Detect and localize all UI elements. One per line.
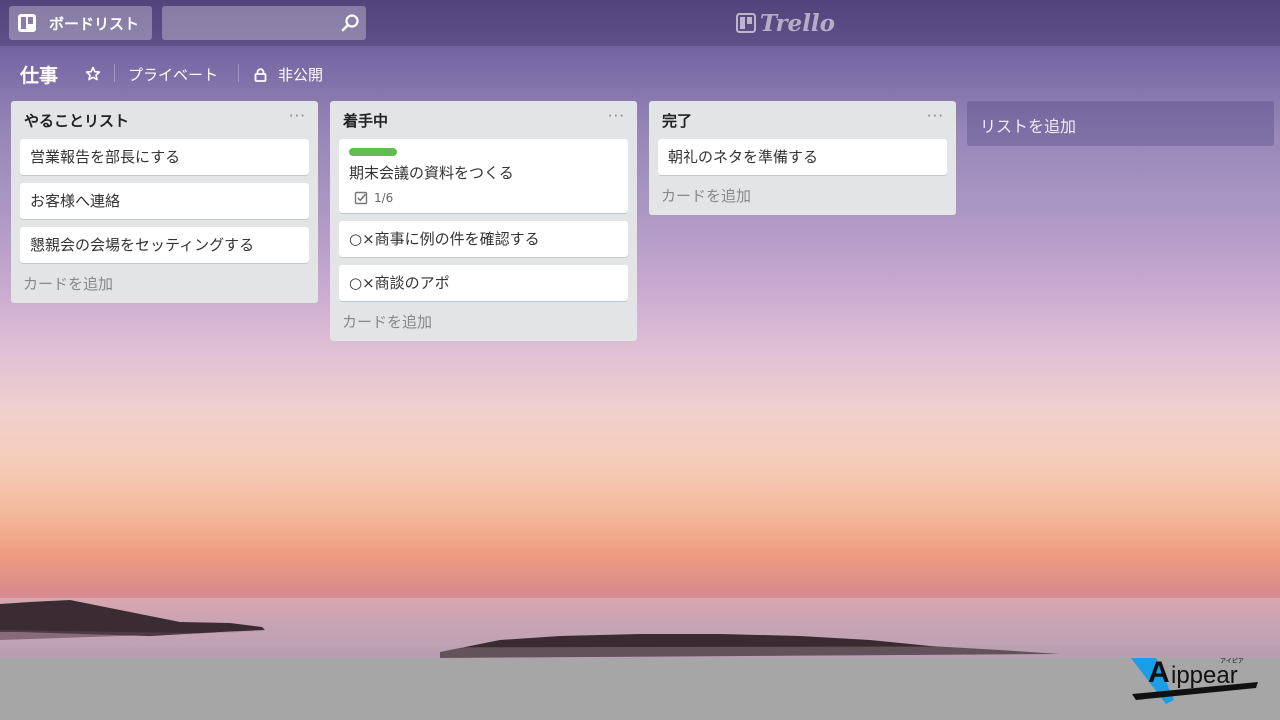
list-done: 完了 ··· 朝礼のネタを準備する カードを追加 [649,101,956,215]
card[interactable]: 懇親会の会場をセッティングする [20,227,309,263]
page: ボードリスト Trello 仕事 プライベート 非公開 やることリスト ··· … [0,0,1280,720]
checklist-badge: 1/6 [354,191,618,205]
card-title: ○×商談のアポ [349,274,450,292]
list-menu-icon[interactable]: ··· [608,107,625,125]
card[interactable]: お客様へ連絡 [20,183,309,219]
card[interactable]: 営業報告を部長にする [20,139,309,175]
aippear-watermark-logo: A ippear アイピア [1131,656,1258,704]
background-rocks [0,600,1280,658]
list-in-progress: 着手中 ··· 期末会議の資料をつくる 1/6 ○×商事に例の件を確認する ○×… [330,101,637,341]
card-title: ○×商事に例の件を確認する [349,230,540,248]
svg-text:アイピア: アイピア [1220,658,1244,665]
checklist-count: 1/6 [374,191,394,205]
card-title: 期末会議の資料をつくる [349,164,514,182]
add-card-button[interactable]: カードを追加 [342,309,637,341]
list-menu-icon[interactable]: ··· [289,107,306,125]
header-divider [114,64,115,82]
list-menu-icon[interactable]: ··· [927,107,944,125]
list-header: 着手中 ··· [330,101,637,139]
board-title[interactable]: 仕事 [20,61,58,88]
header-divider [238,64,239,82]
card[interactable]: ○×商事に例の件を確認する [339,221,628,257]
list-header: 完了 ··· [649,101,956,139]
checklist-icon [354,191,368,205]
card-title: 懇親会の会場をセッティングする [30,236,255,254]
list-title[interactable]: 着手中 [343,110,388,131]
trello-logo[interactable]: Trello [736,9,836,37]
board-background [0,0,1280,658]
star-icon[interactable] [85,66,101,82]
trello-logo-icon [736,13,756,33]
card-title: お客様へ連絡 [30,192,121,210]
visibility-label: 非公開 [278,66,324,84]
card-title: 朝礼のネタを準備する [668,148,819,166]
search-input[interactable] [162,6,342,42]
search-box[interactable] [162,6,366,42]
add-card-button[interactable]: カードを追加 [661,183,956,215]
card-label-green[interactable] [349,148,397,156]
list-title[interactable]: 完了 [662,110,692,131]
add-card-button[interactable]: カードを追加 [23,271,318,303]
search-icon[interactable] [341,14,359,32]
card[interactable]: 期末会議の資料をつくる 1/6 [339,139,628,213]
card[interactable]: ○×商談のアポ [339,265,628,301]
list-todo: やることリスト ··· 営業報告を部長にする お客様へ連絡 懇親会の会場をセッテ… [11,101,318,303]
list-header: やることリスト ··· [11,101,318,139]
card-title: 営業報告を部長にする [30,148,181,166]
top-header-bar: ボードリスト Trello [0,0,1280,46]
trello-logo-text: Trello [760,9,836,37]
boards-icon [18,14,36,32]
svg-text:A: A [1148,656,1170,689]
visibility-button[interactable]: 非公開 [254,64,323,85]
boards-button[interactable]: ボードリスト [9,6,152,40]
bottom-band [0,658,1280,720]
lock-icon [254,67,267,82]
privacy-button[interactable]: プライベート [128,64,218,85]
list-title[interactable]: やることリスト [24,110,129,131]
card[interactable]: 朝礼のネタを準備する [658,139,947,175]
boards-button-label: ボードリスト [49,14,140,33]
add-list-button[interactable]: リストを追加 [967,101,1274,146]
